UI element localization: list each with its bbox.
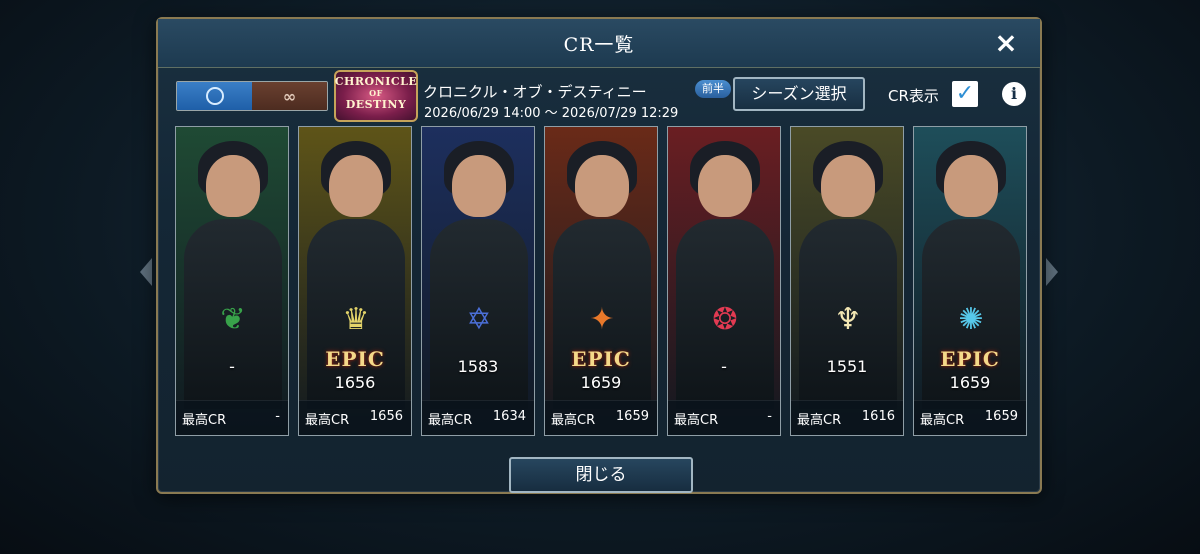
character-face — [452, 155, 506, 217]
best-cr-value: 1634 — [492, 409, 526, 424]
epic-rank-badge: EPIC — [571, 347, 631, 371]
best-cr-row: 最高CR - — [668, 400, 780, 435]
leaf-icon: ❦ — [220, 302, 246, 337]
best-cr-label: 最高CR — [182, 413, 227, 428]
character-card[interactable]: ✡ 1583 最高CR 1634 — [421, 126, 535, 436]
best-cr-value: 1616 — [861, 409, 895, 424]
star-hexagon-icon: ✡ — [466, 302, 492, 337]
best-cr-row: 最高CR 1616 — [791, 400, 903, 435]
cr-display-checkbox[interactable]: ✓ — [952, 81, 978, 107]
best-cr-label: 最高CR — [305, 413, 350, 428]
best-cr-value: 1656 — [369, 409, 403, 424]
best-cr-row: 最高CR 1656 — [299, 400, 411, 435]
best-cr-label: 最高CR — [551, 413, 596, 428]
logo-line-1: CHRONICLE — [334, 75, 418, 88]
best-cr-row: 最高CR 1634 — [422, 400, 534, 435]
dialog-header: CR一覧 × — [158, 19, 1040, 68]
best-cr-value: 1659 — [984, 409, 1018, 424]
current-cr-value: 1659 — [949, 373, 991, 392]
logo-line-3: DESTINY — [345, 98, 407, 111]
current-cr-value: - — [229, 357, 235, 376]
hexagon-icon — [205, 87, 224, 105]
character-face — [944, 155, 998, 217]
season-period: 2026/06/29 14:00 〜 2026/07/29 12:29 — [424, 106, 679, 121]
character-portrait — [176, 127, 288, 435]
filter-option-hexagon[interactable] — [177, 82, 252, 110]
current-cr-value: 1659 — [580, 373, 622, 392]
character-card[interactable]: ♆ 1551 最高CR 1616 — [790, 126, 904, 436]
best-cr-row: 最高CR - — [176, 400, 288, 435]
character-card[interactable]: ♛ EPIC 1656 最高CR 1656 — [298, 126, 412, 436]
game-screen: CR一覧 × ∞ CHRONICLE OF DESTINY クロニクル・オブ・デ… — [0, 0, 1200, 554]
filter-option-infinity[interactable]: ∞ — [252, 82, 327, 110]
character-face — [206, 155, 260, 217]
character-portrait — [791, 127, 903, 435]
best-cr-label: 最高CR — [797, 413, 842, 428]
best-cr-value: - — [767, 409, 772, 424]
previous-arrow-icon[interactable] — [140, 258, 152, 286]
crown-icon: ♛ — [342, 302, 370, 337]
character-face — [821, 155, 875, 217]
character-card[interactable]: ✺ EPIC 1659 最高CR 1659 — [913, 126, 1027, 436]
close-button[interactable]: 閉じる — [509, 457, 693, 493]
character-face — [698, 155, 752, 217]
current-cr-value: 1551 — [826, 357, 868, 376]
dialog-title: CR一覧 — [563, 34, 635, 56]
spiral-icon: ✺ — [958, 302, 984, 337]
best-cr-value: - — [275, 409, 280, 424]
logo-line-2: OF — [369, 88, 383, 98]
fox-icon: ✦ — [589, 302, 615, 337]
epic-rank-badge: EPIC — [325, 347, 385, 371]
current-cr-value: 1583 — [457, 357, 499, 376]
character-card[interactable]: ❂ - 最高CR - — [667, 126, 781, 436]
close-icon[interactable]: × — [992, 29, 1020, 57]
info-icon[interactable]: i — [1002, 82, 1026, 106]
season-phase-badge: 前半 — [695, 80, 731, 98]
best-cr-label: 最高CR — [674, 413, 719, 428]
character-card[interactable]: ✦ EPIC 1659 最高CR 1659 — [544, 126, 658, 436]
demon-icon: ❂ — [712, 302, 738, 337]
best-cr-label: 最高CR — [920, 413, 965, 428]
best-cr-row: 最高CR 1659 — [545, 400, 657, 435]
character-card[interactable]: ❦ - 最高CR - — [175, 126, 289, 436]
character-face — [575, 155, 629, 217]
current-cr-value: 1656 — [334, 373, 376, 392]
current-cr-value: - — [721, 357, 727, 376]
character-face — [329, 155, 383, 217]
best-cr-value: 1659 — [615, 409, 649, 424]
best-cr-row: 最高CR 1659 — [914, 400, 1026, 435]
epic-rank-badge: EPIC — [940, 347, 1000, 371]
season-logo: CHRONICLE OF DESTINY — [334, 70, 418, 122]
best-cr-label: 最高CR — [428, 413, 473, 428]
claw-icon: ♆ — [834, 302, 862, 337]
next-arrow-icon[interactable] — [1046, 258, 1058, 286]
season-name: クロニクル・オブ・デスティニー — [423, 83, 647, 101]
character-portrait — [668, 127, 780, 435]
character-portrait — [422, 127, 534, 435]
filter-toggle: ∞ — [176, 81, 328, 111]
cr-display-label: CR表示 — [888, 87, 939, 105]
season-select-button[interactable]: シーズン選択 — [733, 77, 865, 111]
cr-list-dialog: CR一覧 × ∞ CHRONICLE OF DESTINY クロニクル・オブ・デ… — [156, 17, 1042, 494]
character-card-list: ❦ - 最高CR - ♛ EPIC 1656 最高CR 1656 ✡ 1583 最高CR 1634 ✦ EP… — [175, 126, 1027, 438]
infinity-icon: ∞ — [282, 86, 297, 106]
